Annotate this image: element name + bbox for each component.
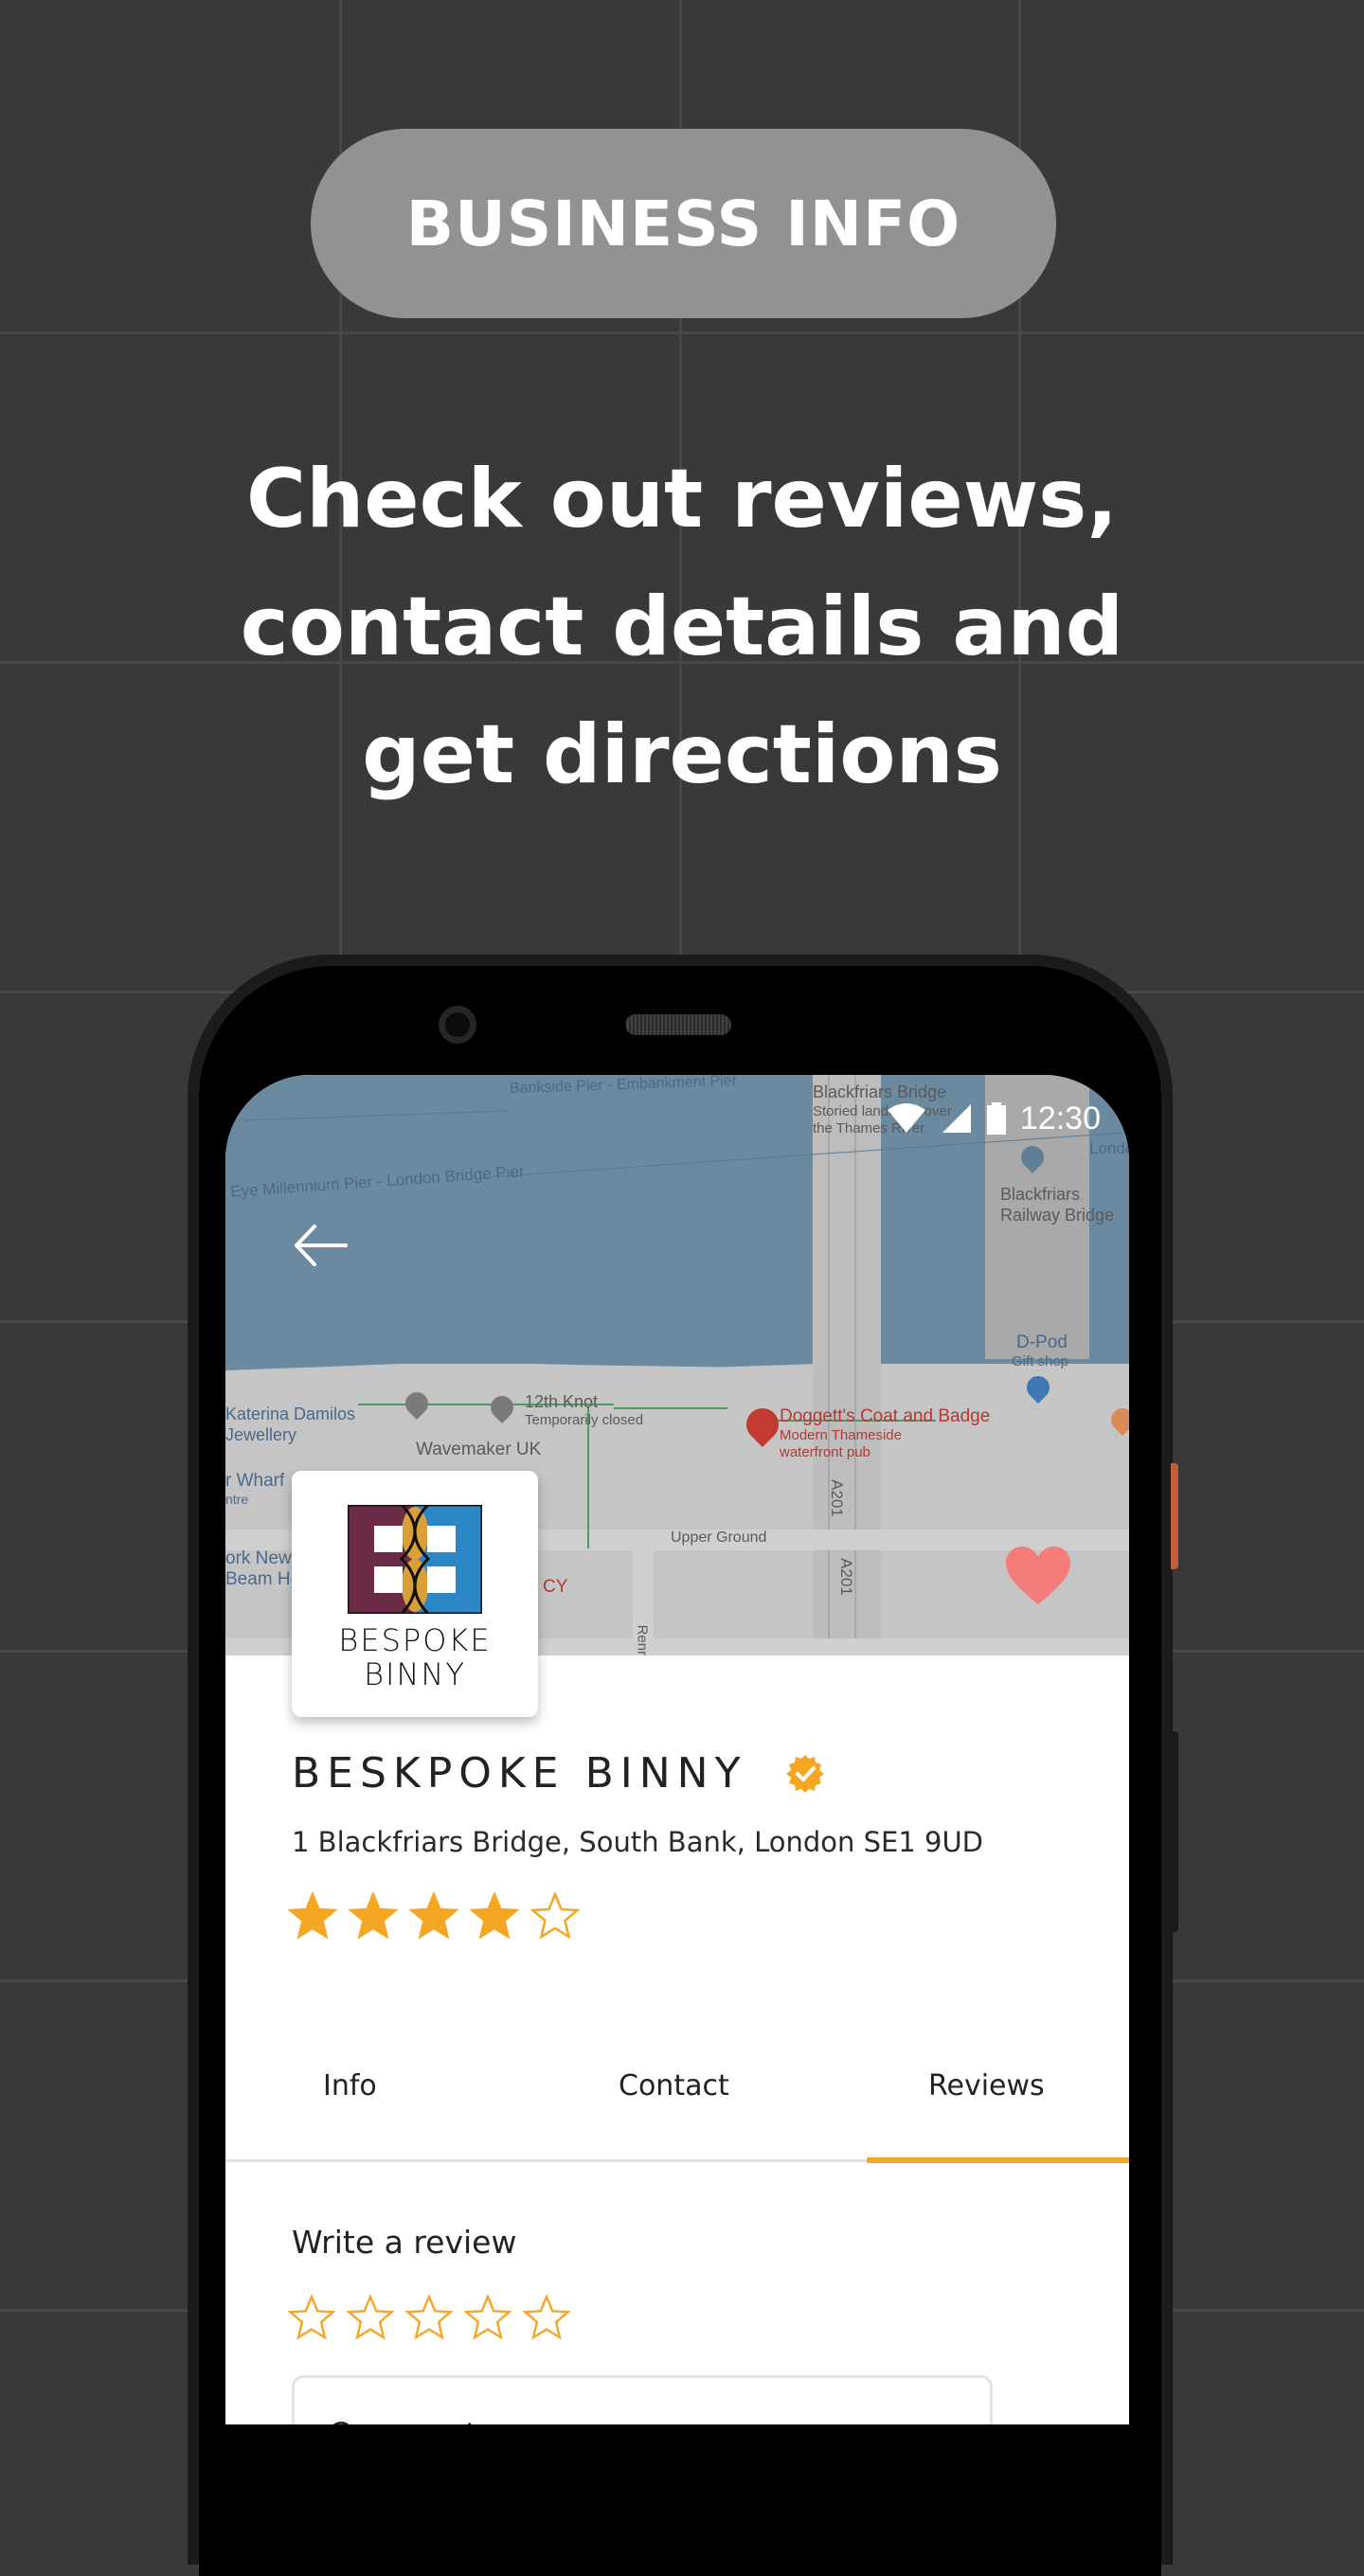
map-label: waterfront pub [780, 1444, 870, 1460]
star-outline-icon[interactable] [464, 2295, 512, 2340]
map-label: ork New [225, 1548, 292, 1568]
map-walking-path [614, 1407, 727, 1409]
map-label: Wavemaker UK [416, 1440, 542, 1459]
map-label: 12th Knot [525, 1392, 599, 1411]
star-outline-icon [530, 1892, 580, 1940]
tab-reviews[interactable]: Reviews [928, 2069, 1045, 2102]
star-filled-icon [349, 1892, 398, 1940]
map-label: Temporarily closed [525, 1412, 644, 1428]
map-label: Jewellery [225, 1425, 297, 1444]
map-label: CY [543, 1577, 568, 1597]
bar-pin-icon [401, 1387, 433, 1420]
business-name-row: BESKPOKE BINNY [292, 1749, 826, 1798]
phone-volume-button [1171, 1731, 1178, 1932]
active-tab-indicator [867, 2157, 1129, 2163]
business-info-label: BUSINESS INFO [405, 187, 961, 260]
headline-line: contact details and [240, 580, 1124, 674]
review-rating-input[interactable] [288, 2295, 570, 2340]
map-label: Blackfriars [1000, 1185, 1081, 1204]
bar-pin-icon [486, 1391, 518, 1423]
map-label: Renn [634, 1624, 651, 1655]
star-outline-icon[interactable] [523, 2295, 570, 2340]
status-time: 12:30 [1019, 1100, 1101, 1136]
comment-field[interactable] [292, 2375, 993, 2424]
business-logo: BESPOKE BINNY [292, 1471, 538, 1717]
star-outline-icon[interactable] [347, 2295, 394, 2340]
map-label: Railway Bridge [1000, 1206, 1115, 1225]
map-label: Upper Ground [671, 1530, 767, 1546]
star-outline-icon[interactable] [405, 2295, 453, 2340]
star-filled-icon [288, 1892, 337, 1940]
tab-info[interactable]: Info [323, 2069, 377, 2102]
cafe-pin-icon [1106, 1404, 1129, 1436]
shopping-pin-icon [1022, 1371, 1054, 1404]
background-grid-line [0, 331, 1364, 334]
map-label: r Wharf [225, 1471, 285, 1491]
cellular-signal-icon [942, 1104, 971, 1133]
bespoke-binny-logo-icon [348, 1505, 482, 1614]
map-label: A201 [827, 1479, 846, 1517]
location-pin-icon[interactable] [739, 1401, 786, 1448]
map-label: D-Pod [1016, 1333, 1068, 1352]
business-info-badge: BUSINESS INFO [311, 129, 1056, 318]
back-arrow-icon[interactable] [292, 1222, 349, 1269]
tab-bar: Info Contact Reviews [225, 2069, 1129, 2128]
star-filled-icon [409, 1892, 458, 1940]
logo-text-line: BINNY [364, 1656, 466, 1692]
status-bar: 12:30 [886, 1094, 1101, 1143]
business-address: 1 Blackfriars Bridge, South Bank, London… [292, 1826, 984, 1858]
map-label: Katerina Damilos [225, 1404, 356, 1423]
business-rating [288, 1892, 580, 1940]
tab-contact[interactable]: Contact [619, 2069, 729, 2102]
phone-screen: Bankside Pier - Embankment Pier Eye Mill… [225, 1075, 1129, 2424]
front-camera [439, 1006, 476, 1044]
star-filled-icon [470, 1892, 519, 1940]
map-label: Modern Thameside [780, 1427, 902, 1443]
headline-line: Check out reviews, [245, 452, 1119, 546]
map-label: A201 [836, 1558, 855, 1596]
earpiece-speaker [625, 1014, 731, 1035]
star-outline-icon[interactable] [288, 2295, 335, 2340]
favorite-heart-icon[interactable] [1004, 1546, 1072, 1606]
map-label: ntre [225, 1492, 249, 1507]
battery-icon [986, 1102, 1006, 1135]
headline-line: get directions [362, 707, 1002, 802]
map-label: Doggett's Coat and Badge [780, 1406, 991, 1426]
wifi-icon [887, 1103, 925, 1133]
business-name: BESKPOKE BINNY [292, 1749, 747, 1798]
map-label: Gift shop [1012, 1353, 1069, 1369]
write-review-heading: Write a review [292, 2224, 517, 2261]
verified-badge-icon [786, 1754, 825, 1793]
comment-input[interactable] [329, 2416, 956, 2424]
phone-power-button [1171, 1463, 1178, 1569]
logo-text-line: BESPOKE [338, 1622, 492, 1658]
promo-headline: Check out reviews, contact details and g… [0, 436, 1364, 819]
map-label: Beam Ho [225, 1569, 301, 1589]
